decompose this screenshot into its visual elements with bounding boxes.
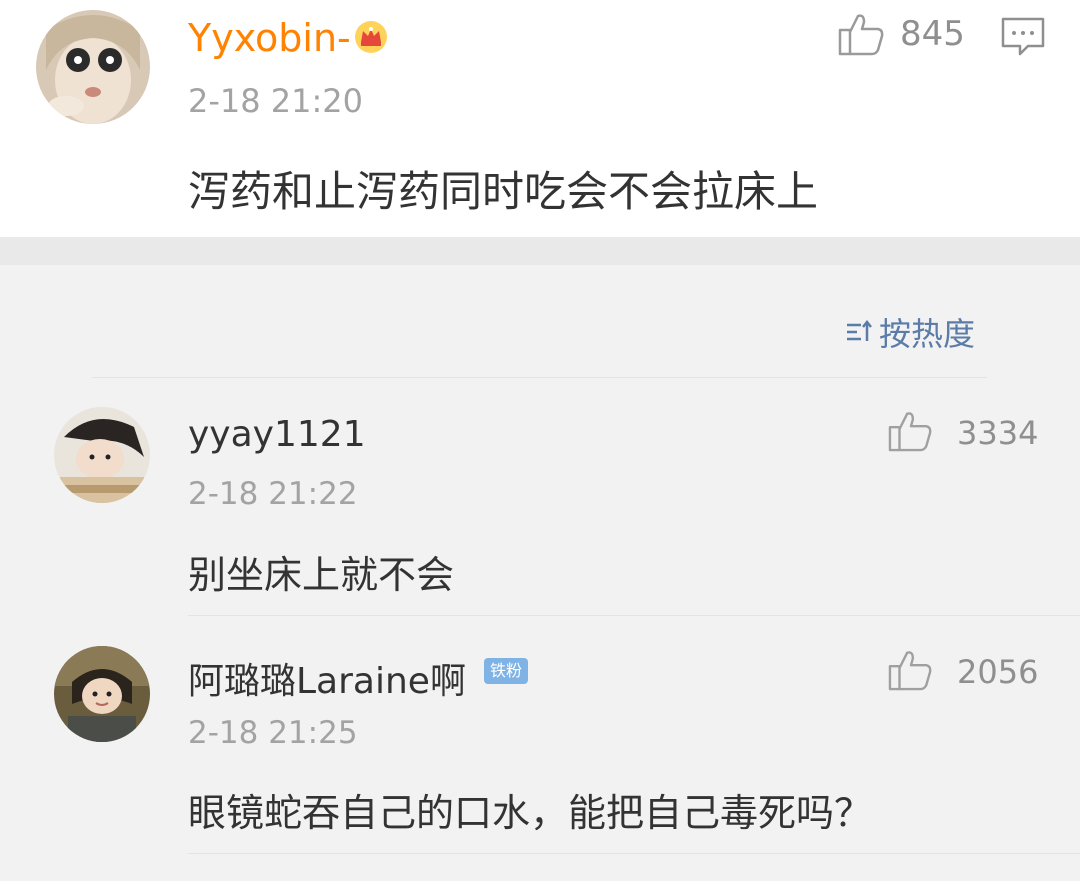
comment-like-count: 2056 <box>957 653 1039 691</box>
comment-text: 别坐床上就不会 <box>188 553 455 597</box>
comment-divider <box>188 853 1080 854</box>
post-time: 2-18 21:20 <box>188 82 364 120</box>
comment-avatar[interactable] <box>54 646 150 742</box>
fan-badge: 铁粉 <box>484 658 529 684</box>
post-like-count: 845 <box>900 14 965 54</box>
comment-divider <box>188 615 1080 616</box>
section-divider <box>0 237 1080 265</box>
sort-by-heat-button[interactable]: 按热度 <box>845 310 975 354</box>
comment-icon[interactable] <box>1000 16 1046 62</box>
comment-text: 眼镜蛇吞自己的口水，能把自己毒死吗？ <box>188 791 873 835</box>
comment-time: 2-18 21:25 <box>188 715 358 751</box>
like-icon[interactable] <box>888 649 932 695</box>
sort-divider <box>92 377 987 378</box>
comment-username[interactable]: yyay1121 <box>188 414 366 455</box>
post-username[interactable]: Yyxobin- <box>188 16 351 60</box>
post-text: 泻药和止泻药同时吃会不会拉床上 <box>188 167 819 216</box>
crown-icon <box>354 20 388 58</box>
sort-icon <box>845 319 873 345</box>
post-author-avatar[interactable] <box>36 10 150 124</box>
like-icon[interactable] <box>888 410 932 456</box>
comment-time: 2-18 21:22 <box>188 476 358 512</box>
sort-label: 按热度 <box>879 315 976 353</box>
like-icon[interactable] <box>838 12 884 60</box>
comment-like-count: 3334 <box>957 414 1039 452</box>
comment-username[interactable]: 阿璐璐Laraine啊 <box>188 652 466 704</box>
comment-avatar[interactable] <box>54 407 150 503</box>
